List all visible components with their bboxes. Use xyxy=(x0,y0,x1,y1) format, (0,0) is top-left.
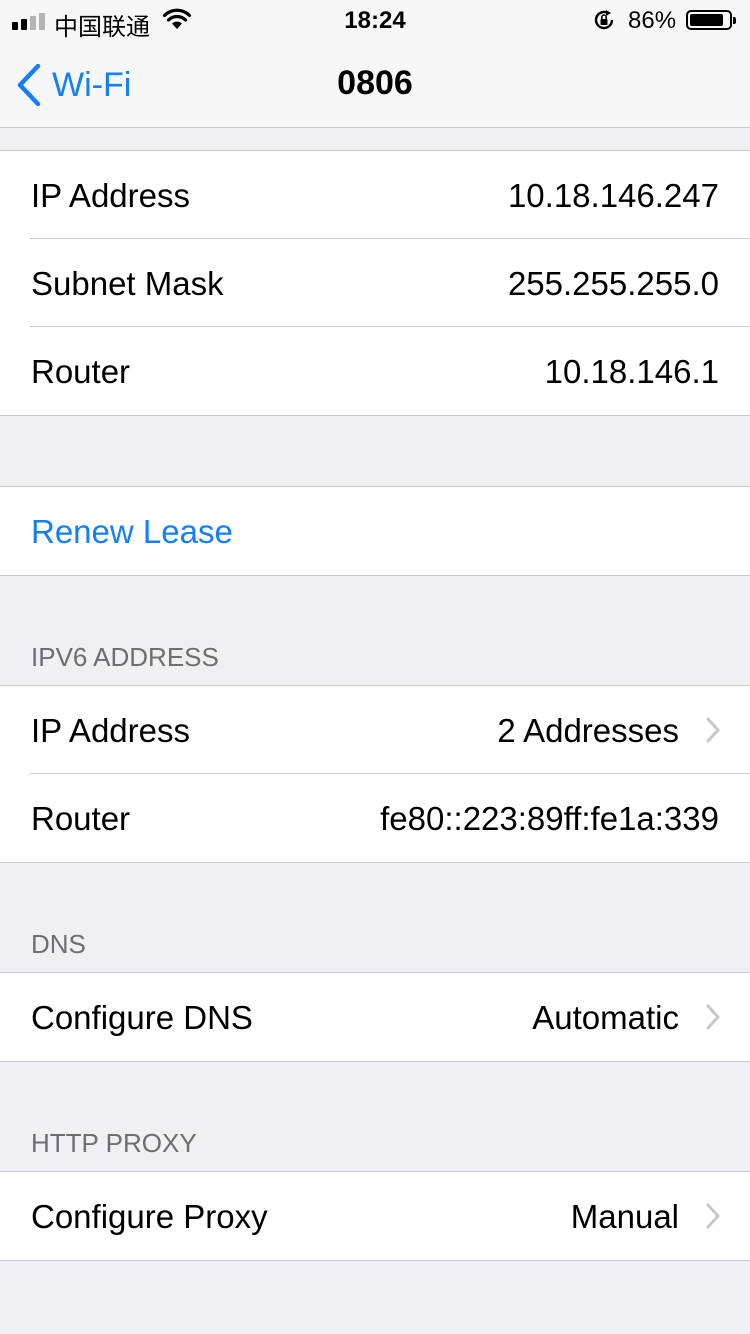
ipv6-ip-address-label: IP Address xyxy=(31,712,190,749)
chevron-right-icon xyxy=(706,717,720,743)
subnet-mask-value: 255.255.255.0 xyxy=(507,265,719,302)
dns-group: Configure DNS Automatic xyxy=(0,972,750,1062)
renew-lease-label: Renew Lease xyxy=(31,513,233,550)
renew-lease-group: Renew Lease xyxy=(0,486,750,576)
ip-address-row: IP Address 10.18.146.247 xyxy=(0,151,750,239)
router-value: 10.18.146.1 xyxy=(544,353,719,390)
configure-dns-label: Configure DNS xyxy=(31,999,253,1036)
subnet-mask-label: Subnet Mask xyxy=(31,265,224,302)
subnet-mask-row: Subnet Mask 255.255.255.0 xyxy=(0,239,750,327)
configure-proxy-label: Configure Proxy xyxy=(31,1198,268,1235)
ipv6-router-label: Router xyxy=(31,800,131,837)
ip-address-value: 10.18.146.247 xyxy=(507,177,719,214)
ip-address-label: IP Address xyxy=(31,177,190,214)
battery-icon xyxy=(686,10,736,30)
status-bar: 中国联通 18:24 86% xyxy=(0,0,750,41)
renew-lease-button[interactable]: Renew Lease xyxy=(0,487,750,575)
ipv6-router-value: fe80::223:89ff:fe1a:339 xyxy=(380,800,719,837)
http-proxy-group: Configure Proxy Manual xyxy=(0,1171,750,1261)
ipv6-section-header: IPV6 ADDRESS xyxy=(31,642,219,672)
ipv6-ip-address-row[interactable]: IP Address 2 Addresses xyxy=(0,686,750,774)
ipv6-router-row: Router fe80::223:89ff:fe1a:339 xyxy=(0,774,750,862)
battery-percent: 86% xyxy=(628,7,677,34)
configure-dns-row[interactable]: Configure DNS Automatic xyxy=(0,973,750,1061)
configure-dns-value: Automatic xyxy=(532,999,679,1036)
configure-proxy-row[interactable]: Configure Proxy Manual xyxy=(0,1172,750,1260)
configure-proxy-value: Manual xyxy=(570,1198,679,1235)
chevron-right-icon xyxy=(706,1004,720,1030)
page-title: 0806 xyxy=(337,64,413,102)
router-label: Router xyxy=(31,353,131,390)
dns-section-header: DNS xyxy=(31,929,86,959)
ipv6-group: IP Address 2 Addresses Router fe80::223:… xyxy=(0,685,750,863)
chevron-right-icon xyxy=(706,1203,720,1229)
ipv4-group: IP Address 10.18.146.247 Subnet Mask 255… xyxy=(0,150,750,416)
router-row: Router 10.18.146.1 xyxy=(0,327,750,415)
orientation-lock-icon xyxy=(592,8,616,37)
navigation-bar: Wi-Fi 0806 xyxy=(0,40,750,128)
ipv6-ip-address-value: 2 Addresses xyxy=(497,712,679,749)
http-proxy-section-header: HTTP PROXY xyxy=(31,1128,197,1158)
